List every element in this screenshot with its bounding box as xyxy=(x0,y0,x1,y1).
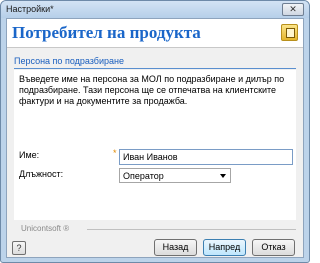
settings-window: Настройки* ✕ Потребител на продукта Перс… xyxy=(0,0,310,263)
title-bar[interactable]: Настройки* ✕ xyxy=(1,1,309,18)
footer-divider xyxy=(87,229,296,230)
required-mark: * xyxy=(113,148,117,158)
section-description: Въведете име на персона за МОЛ по подраз… xyxy=(19,74,285,106)
position-select-value: Оператор xyxy=(123,171,164,181)
next-button[interactable]: Напред xyxy=(203,239,246,256)
close-icon: ✕ xyxy=(289,4,297,14)
dialog-body: Потребител на продукта Персона по подраз… xyxy=(6,18,304,258)
cancel-button[interactable]: Отказ xyxy=(252,239,295,256)
window-title: Настройки* xyxy=(6,4,54,14)
persona-panel: Въведете име на персона за МОЛ по подраз… xyxy=(14,70,296,220)
section-divider xyxy=(14,68,296,69)
back-button[interactable]: Назад xyxy=(154,239,197,256)
help-icon: ? xyxy=(16,243,22,253)
settings-app-icon xyxy=(281,24,298,41)
page-title: Потребител на продукта xyxy=(12,23,201,42)
close-button[interactable]: ✕ xyxy=(282,3,304,16)
help-button[interactable]: ? xyxy=(12,241,26,255)
position-label: Длъжност: xyxy=(19,169,64,179)
brand-label: Unicontsoft ® xyxy=(21,224,70,233)
position-select[interactable]: Оператор xyxy=(119,168,231,183)
name-label: Име: xyxy=(19,150,40,160)
section-title-default-persona[interactable]: Персона по подразбиране xyxy=(14,56,124,66)
name-input[interactable]: Иван Иванов xyxy=(119,149,293,165)
wizard-header: Потребител на продукта xyxy=(7,19,303,48)
chevron-down-icon[interactable] xyxy=(220,174,226,178)
